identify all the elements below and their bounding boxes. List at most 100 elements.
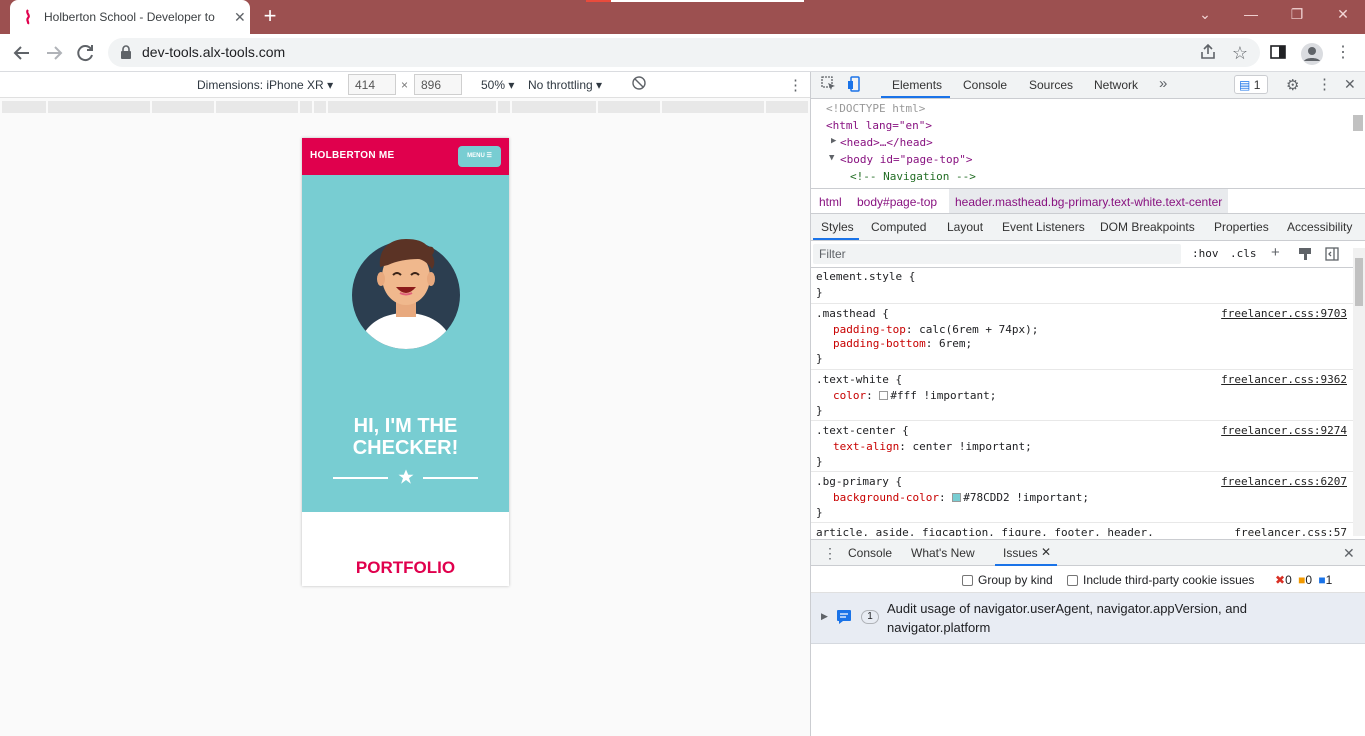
tab-close-icon[interactable]: ✕ (234, 9, 246, 26)
subtab-layout[interactable]: Layout (947, 220, 983, 234)
address-bar[interactable]: dev-tools.alx-tools.com (108, 38, 1260, 67)
drawer-tab-issues[interactable]: Issues (1003, 546, 1038, 560)
chrome-menu-icon[interactable]: ⋮ (1333, 43, 1353, 63)
new-rule-icon[interactable]: + (1271, 244, 1280, 261)
devtools-menu-icon[interactable]: ⋮ (1317, 75, 1332, 93)
rule-source-link[interactable]: freelancer.css:9703 (1221, 307, 1347, 320)
rule-bg-primary[interactable]: .bg-primary { freelancer.css:6207 backgr… (811, 472, 1353, 523)
side-panel-icon[interactable] (1269, 43, 1289, 63)
new-tab-button[interactable]: + (260, 5, 280, 27)
rule-element-style[interactable]: element.style { } (811, 268, 1353, 304)
rule-close: } (816, 506, 823, 519)
subtab-styles[interactable]: Styles (821, 220, 854, 234)
share-icon[interactable] (1199, 43, 1219, 63)
drawer-close-icon[interactable]: ✕ (1343, 545, 1355, 562)
styles-scrollbar[interactable] (1353, 248, 1365, 536)
checkbox-box[interactable] (962, 575, 973, 586)
rule-declaration[interactable]: background-color: #78CDD2 !important; (833, 491, 1089, 504)
tab-sources[interactable]: Sources (1029, 78, 1073, 92)
drawer-tab-whats-new[interactable]: What's New (911, 546, 975, 560)
rule-masthead[interactable]: .masthead { freelancer.css:9703 padding-… (811, 304, 1353, 370)
subtab-accessibility[interactable]: Accessibility (1287, 220, 1352, 234)
settings-gear-icon[interactable]: ⚙ (1286, 76, 1299, 94)
drawer-tab-console[interactable]: Console (848, 546, 892, 560)
browser-tab[interactable]: Holberton School - Developer to ✕ (10, 0, 250, 34)
device-mode-icon[interactable] (847, 76, 863, 92)
color-swatch[interactable] (952, 493, 962, 502)
dom-comment[interactable]: <!-- Navigation --> (850, 170, 976, 183)
subtab-dom-breakpoints[interactable]: DOM Breakpoints (1100, 220, 1195, 234)
profile-avatar-icon[interactable] (1301, 43, 1323, 65)
group-by-kind-checkbox[interactable]: Group by kind (962, 573, 1053, 587)
crumb-html[interactable]: html (819, 195, 842, 209)
site-brand[interactable]: HOLBERTON ME (310, 150, 395, 161)
third-party-checkbox[interactable]: Include third-party cookie issues (1067, 573, 1254, 587)
reload-icon[interactable] (75, 43, 97, 63)
checkbox-box[interactable] (1067, 575, 1078, 586)
toggle-sidebar-icon[interactable] (1325, 247, 1339, 261)
dom-body[interactable]: <body id="page-top"> (840, 153, 972, 166)
color-swatch[interactable] (879, 391, 889, 400)
dom-head[interactable]: <head>…</head> (840, 136, 933, 149)
media-query-ruler[interactable] (0, 98, 810, 116)
paint-brush-icon[interactable] (1298, 247, 1312, 261)
rule-source-link[interactable]: freelancer.css:57 (1228, 526, 1347, 536)
restore-icon[interactable]: ❐ (1274, 0, 1320, 30)
device-dimensions-select[interactable]: Dimensions: iPhone XR ▾ (197, 78, 333, 92)
tab-network[interactable]: Network (1094, 78, 1138, 92)
drawer-menu-icon[interactable]: ⋮ (823, 545, 837, 562)
back-icon[interactable] (11, 43, 33, 63)
issues-tab-close-icon[interactable]: ✕ (1041, 545, 1051, 559)
tab-search-icon[interactable]: ⌄ (1182, 0, 1228, 30)
rotate-icon[interactable] (632, 76, 646, 90)
phone-preview[interactable]: HOLBERTON ME MENU ☰ HI, I'M THE CHECKER! (302, 138, 509, 586)
subtab-computed[interactable]: Computed (871, 220, 926, 234)
devtools-close-icon[interactable]: ✕ (1344, 76, 1356, 93)
rule-declaration[interactable]: padding-bottom: 6rem; (833, 337, 972, 350)
issue-expand-icon[interactable]: ▶ (821, 611, 828, 622)
rule-article[interactable]: article, aside, figcaption, figure, foot… (811, 523, 1353, 536)
window-close-icon[interactable]: ✕ (1320, 0, 1365, 30)
issues-badge[interactable]: ▤ 1 (1234, 75, 1268, 94)
styles-subtabs: Styles Computed Layout Event Listeners D… (811, 214, 1365, 241)
dom-html[interactable]: <html lang="en"> (826, 119, 932, 132)
lock-icon[interactable] (120, 45, 132, 59)
more-tabs-icon[interactable]: » (1159, 75, 1167, 92)
rule-text-center[interactable]: .text-center { freelancer.css:9274 text-… (811, 421, 1353, 472)
rule-text-white[interactable]: .text-white { freelancer.css:9362 color:… (811, 370, 1353, 421)
forward-icon[interactable] (43, 43, 65, 63)
hov-toggle[interactable]: :hov (1192, 247, 1219, 260)
crumb-body[interactable]: body#page-top (857, 195, 937, 209)
rule-declaration[interactable]: color: #fff !important; (833, 389, 996, 402)
throttling-select[interactable]: No throttling ▾ (528, 78, 602, 92)
dom-scrollbar[interactable] (1353, 115, 1363, 131)
cls-toggle[interactable]: .cls (1230, 247, 1257, 260)
rule-declaration[interactable]: padding-top: calc(6rem + 74px); (833, 323, 1038, 336)
styles-scrollbar-thumb[interactable] (1355, 258, 1363, 306)
bookmark-star-icon[interactable]: ☆ (1230, 43, 1250, 63)
tab-elements[interactable]: Elements (892, 78, 942, 92)
issue-counters[interactable]: ✖0 ■0 ■1 (1275, 573, 1332, 587)
issue-row[interactable]: ▶ 1 Audit usage of navigator.userAgent, … (811, 593, 1365, 644)
minimize-icon[interactable]: — (1228, 0, 1274, 30)
tab-console[interactable]: Console (963, 78, 1007, 92)
subtab-properties[interactable]: Properties (1214, 220, 1269, 234)
rule-source-link[interactable]: freelancer.css:9362 (1221, 373, 1347, 386)
inspect-element-icon[interactable] (821, 76, 837, 92)
styles-pane[interactable]: element.style { } .masthead { freelancer… (811, 268, 1353, 536)
rule-source-link[interactable]: freelancer.css:6207 (1221, 475, 1347, 488)
dom-doctype[interactable]: <!DOCTYPE html> (826, 102, 925, 115)
dom-tree[interactable]: <!DOCTYPE html> <html lang="en"> ▶ <head… (811, 99, 1365, 188)
device-more-icon[interactable]: ⋮ (788, 76, 803, 94)
expand-triangle-icon[interactable]: ▶ (831, 136, 836, 146)
collapse-triangle-icon[interactable]: ▼ (829, 153, 834, 163)
crumb-header[interactable]: header.masthead.bg-primary.text-white.te… (949, 189, 1229, 213)
height-input[interactable]: 896 (414, 74, 462, 95)
styles-filter-input[interactable]: Filter (813, 244, 1181, 264)
rule-declaration[interactable]: text-align: center !important; (833, 440, 1032, 453)
site-menu-button[interactable]: MENU ☰ (458, 146, 501, 167)
subtab-event-listeners[interactable]: Event Listeners (1002, 220, 1085, 234)
width-input[interactable]: 414 (348, 74, 396, 95)
zoom-select[interactable]: 50% ▾ (481, 78, 514, 92)
rule-source-link[interactable]: freelancer.css:9274 (1221, 424, 1347, 437)
